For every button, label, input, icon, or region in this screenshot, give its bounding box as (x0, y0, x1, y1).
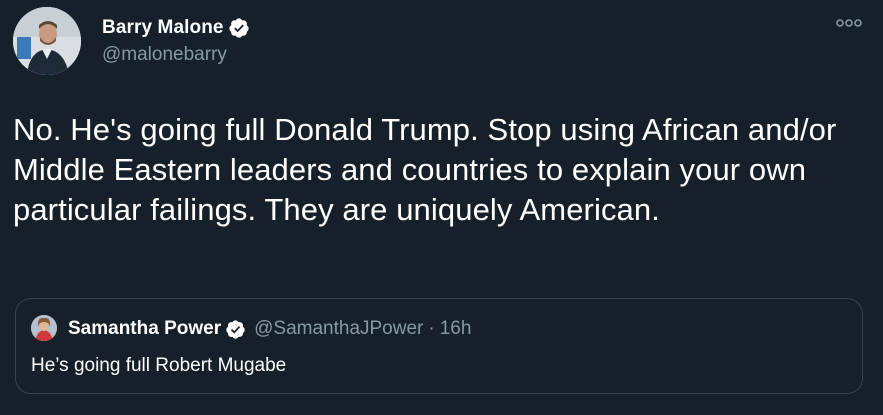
author-display-name[interactable]: Barry Malone (102, 17, 224, 39)
tweet-text: No. He's going full Donald Trump. Stop u… (13, 112, 837, 227)
author-avatar[interactable] (13, 7, 81, 75)
author-avatar-image (13, 7, 81, 75)
quoted-tweet-text: He’s going full Robert Mugabe (31, 355, 287, 376)
more-options-icon (836, 19, 862, 27)
tweet: Barry Malone @malonebarry No. He's going… (0, 0, 883, 415)
quoted-timestamp[interactable]: 16h (440, 318, 472, 340)
quoted-author-avatar[interactable] (31, 315, 57, 341)
quoted-verified-badge-icon (226, 319, 245, 339)
verified-badge-icon (228, 18, 249, 38)
quoted-separator: · (428, 318, 435, 339)
quoted-tweet[interactable]: Samantha Power @SamanthaJPower · 16h He’… (15, 298, 863, 394)
more-options-button[interactable] (835, 14, 863, 32)
quoted-author-handle[interactable]: @SamanthaJPower (254, 318, 423, 340)
author-info[interactable]: Barry Malone @malonebarry (102, 15, 250, 66)
quoted-author-avatar-image (31, 315, 57, 341)
author-handle[interactable]: @malonebarry (102, 44, 250, 66)
author-name-row: Barry Malone (102, 15, 250, 41)
quoted-tweet-header: Samantha Power @SamanthaJPower · 16h (68, 318, 471, 340)
quoted-author-display-name[interactable]: Samantha Power (68, 318, 221, 340)
